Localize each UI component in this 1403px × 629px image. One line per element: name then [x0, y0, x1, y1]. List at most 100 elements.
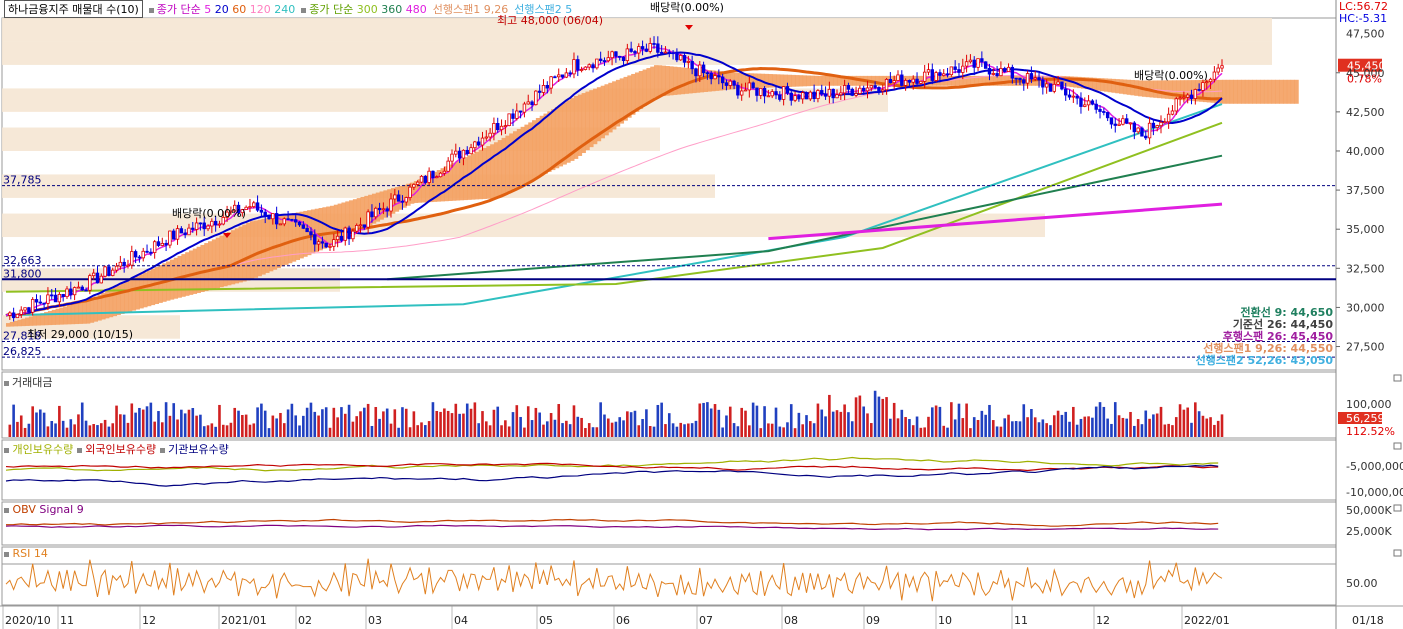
candle-body [675, 52, 679, 61]
volume-bar [1117, 415, 1121, 437]
candle-body [11, 312, 16, 319]
candle-body [1212, 71, 1217, 80]
candle-body [305, 227, 309, 233]
candle-body [938, 72, 942, 76]
candle-body [667, 51, 671, 54]
volume-bar [233, 407, 237, 437]
security-title[interactable]: 하나금융지주 매물대 수(10) [4, 0, 143, 18]
volume-title-text: 거래대금 [12, 376, 53, 389]
cloud-slice [1260, 79, 1265, 104]
cloud-slice [150, 268, 156, 306]
volume-bar [458, 413, 461, 437]
cloud-slice [787, 74, 792, 87]
cloud-slice [257, 219, 262, 277]
time-label: 2020/10 [5, 614, 51, 627]
candle-body [835, 94, 839, 99]
volume-bar [972, 417, 976, 437]
cloud-slice [211, 239, 217, 290]
cloud-slice [1000, 75, 1006, 86]
candle-body [945, 73, 950, 76]
time-label: 08 [784, 614, 798, 627]
volume-bar [789, 404, 793, 437]
foreign-legend: 외국인보유수량 [85, 443, 157, 456]
cloud-slice [795, 75, 800, 87]
candle-body [900, 74, 904, 86]
volume-bar [248, 424, 252, 437]
candle-body [980, 58, 984, 63]
volume-bar [690, 423, 694, 437]
time-label-right: 01/18 [1352, 614, 1384, 627]
volume-bar [862, 406, 865, 437]
current-change: 0.78% [1347, 73, 1382, 86]
candle-body [709, 72, 713, 80]
volume-bar [130, 403, 134, 437]
volume-bar [1209, 417, 1212, 437]
candle-body [679, 55, 683, 61]
candle-body [316, 241, 321, 245]
candle-body [1079, 97, 1083, 107]
cloud-slice [829, 75, 834, 86]
candle-body [57, 294, 62, 303]
volume-bar [260, 403, 263, 437]
candle-body [511, 113, 515, 119]
volume-bar [591, 427, 595, 437]
volume-bar [633, 410, 637, 437]
cloud-slice [1233, 79, 1238, 104]
candle-body [1094, 103, 1098, 110]
time-label: 04 [454, 614, 468, 627]
volume-bar [843, 404, 846, 437]
volume-bar [294, 415, 298, 437]
cloud-slice [249, 221, 255, 280]
cloud-slice [36, 314, 41, 326]
candle-body [587, 64, 591, 68]
candle-body [404, 197, 408, 203]
volume-bar [656, 404, 660, 437]
cloud-slice [814, 75, 819, 86]
candle-body [1102, 111, 1106, 113]
volume-bar [19, 415, 23, 437]
candle-body [755, 87, 759, 96]
candle-body [187, 227, 191, 236]
volume-bar [694, 420, 698, 437]
candle-body [133, 251, 138, 258]
volume-bar [450, 413, 454, 437]
candle-body [103, 266, 107, 277]
candle-body [446, 160, 450, 172]
volume-bar [572, 405, 576, 437]
cloud-slice [66, 305, 72, 325]
volume-bar [606, 418, 610, 437]
candle-body [633, 51, 637, 54]
candle-body [625, 48, 630, 61]
price-axis-label: 47,500 [1346, 28, 1385, 41]
cloud-slice [802, 75, 808, 87]
candle-body [1025, 73, 1030, 84]
candle-body [919, 80, 923, 84]
candle-body [1014, 77, 1018, 80]
holdings-axis-label: -5,000,000 [1346, 460, 1403, 473]
volume-bar [359, 411, 362, 437]
candle-body [560, 74, 565, 78]
volume-bar [736, 426, 740, 437]
volume-bar [858, 395, 862, 437]
candle-body [141, 250, 145, 259]
ma-legend: 종가 단순 5 20 60 120 240 [148, 1, 295, 17]
volume-bar [504, 420, 507, 437]
cloud-slice [1122, 79, 1128, 95]
cloud-slice [28, 316, 34, 326]
candle-body [263, 211, 267, 217]
volume-bar [1136, 419, 1140, 437]
volume-bar [1171, 425, 1174, 437]
candle-body [1090, 100, 1095, 105]
cloud-slice [1225, 79, 1231, 104]
candle-body [797, 95, 801, 100]
volume-bar [145, 406, 149, 437]
volume-bar [805, 415, 808, 437]
volume-bar [58, 405, 61, 437]
candle-body [644, 48, 649, 52]
volume-bar [728, 406, 732, 437]
volume-bar [702, 402, 705, 437]
candle-body [1147, 122, 1152, 139]
retail-legend: 개인보유수량 [12, 443, 74, 456]
corner-readout: LC:56.72 HC:-5.31 [1339, 1, 1388, 25]
cloud-slice [25, 317, 30, 326]
